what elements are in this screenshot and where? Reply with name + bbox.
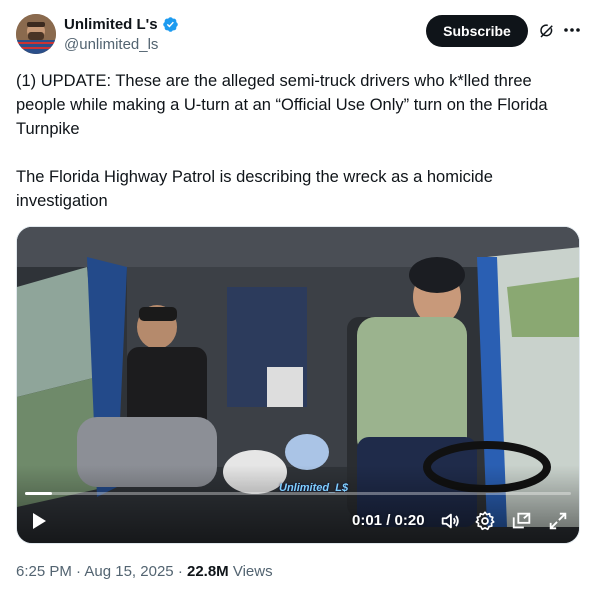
more-icon[interactable] xyxy=(562,20,582,40)
subscribe-button[interactable]: Subscribe xyxy=(426,15,528,47)
tweet-date[interactable]: Aug 15, 2025 xyxy=(84,563,173,580)
tweet-time[interactable]: 6:25 PM xyxy=(16,563,72,580)
author-handle[interactable]: @unlimited_ls xyxy=(64,36,158,53)
video-controls: 0:01 / 0:20 xyxy=(17,499,579,543)
volume-icon[interactable] xyxy=(439,510,461,532)
video-progress-fill xyxy=(25,492,53,495)
tweet-header: Unlimited L's @unlimited_ls Subscribe xyxy=(16,14,580,58)
views-label: Views xyxy=(232,563,273,580)
fullscreen-icon[interactable] xyxy=(547,510,569,532)
video-frame xyxy=(17,227,579,543)
avatar[interactable] xyxy=(16,14,56,54)
picture-in-picture-icon[interactable] xyxy=(511,510,533,532)
play-icon[interactable] xyxy=(29,511,49,531)
tweet-meta: 6:25 PM · Aug 15, 2025 · 22.8M Views xyxy=(16,563,273,580)
verified-badge-icon xyxy=(162,17,178,32)
settings-gear-icon[interactable] xyxy=(474,510,496,532)
author-display-name[interactable]: Unlimited L's xyxy=(64,16,158,33)
views-count: 22.8M xyxy=(186,563,229,580)
video-progress-bar[interactable] xyxy=(25,492,571,495)
video-time: 0:01 / 0:20 xyxy=(352,512,425,529)
tweet-text: (1) UPDATE: These are the alleged semi-t… xyxy=(16,72,548,210)
video-player[interactable]: Unlimited_L$ 0:01 / 0:20 xyxy=(16,226,580,544)
meta-separator: · xyxy=(177,563,187,580)
grok-icon[interactable] xyxy=(538,22,556,40)
